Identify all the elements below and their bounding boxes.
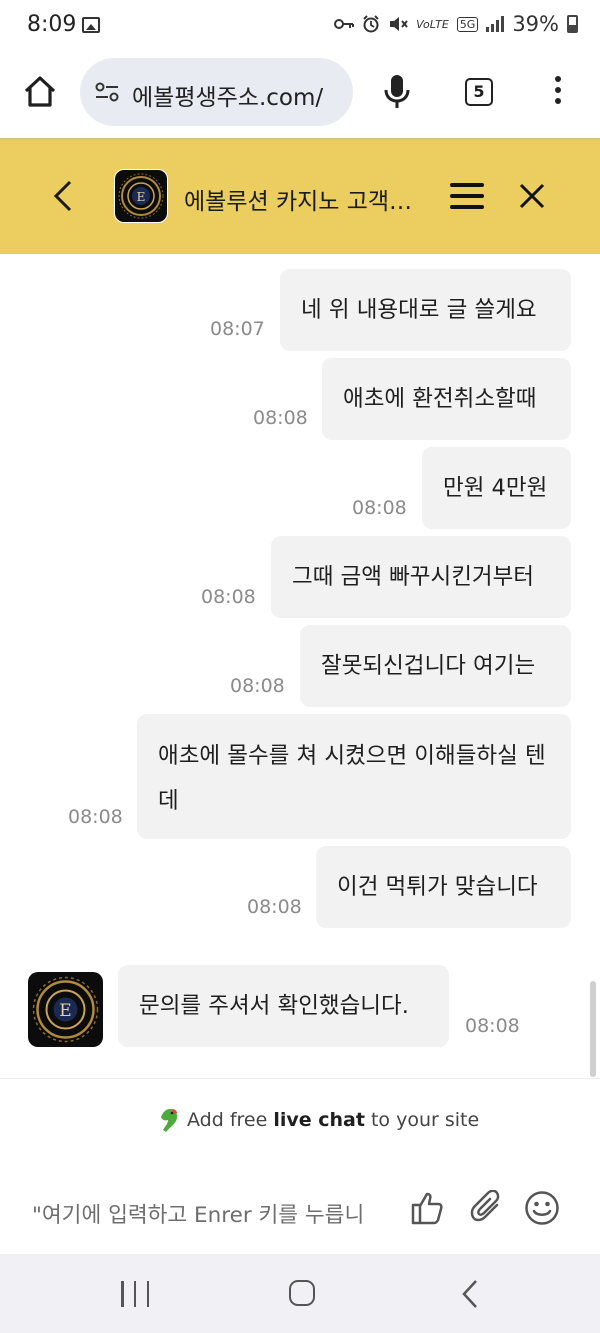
chat-title: 에볼루션 카지노 고객… [184, 189, 413, 215]
message-time: 08:08 [201, 586, 256, 608]
message-time: 08:08 [230, 675, 285, 697]
svg-text:E: E [59, 1001, 71, 1021]
back-arrow-icon[interactable] [50, 178, 76, 214]
message-time: 08:07 [210, 318, 265, 340]
message-time: 08:08 [253, 407, 308, 429]
chat-scrollbar[interactable] [590, 981, 596, 1077]
hamburger-menu-icon[interactable] [450, 183, 484, 209]
close-icon[interactable] [517, 181, 547, 211]
system-back-icon[interactable] [459, 1279, 481, 1309]
casino-logo: E [114, 169, 168, 223]
message-time: 08:08 [465, 1015, 520, 1037]
mute-icon [390, 17, 408, 31]
thumbs-up-icon[interactable] [410, 1190, 446, 1226]
crest-icon: E [32, 976, 99, 1043]
message-bubble: 네 위 내용대로 글 쓸게요 [280, 269, 571, 351]
crest-icon: E [118, 173, 164, 219]
agent-message-bubble: 문의를 주셔서 확인했습니다. [118, 965, 449, 1047]
more-options-icon[interactable] [553, 76, 563, 108]
attachment-icon[interactable] [470, 1190, 504, 1226]
site-settings-icon[interactable] [94, 80, 120, 104]
address-bar[interactable]: 에볼평생주소.com/ [80, 58, 353, 126]
chat-header: E 에볼루션 카지노 고객… [0, 138, 600, 254]
browser-toolbar: 에볼평생주소.com/ 5 [0, 54, 600, 138]
message-bubble: 그때 금액 빠꾸시킨거부터 [271, 536, 571, 618]
message-bubble: 만원 4만원 [422, 447, 571, 529]
message-bubble: 애초에 몰수를 쳐 시켰으면 이해들하실 텐데 [137, 714, 571, 839]
battery-icon [567, 15, 578, 33]
gallery-notification-icon [82, 17, 100, 33]
powered-by-banner[interactable]: Add free live chat to your site [0, 1078, 600, 1161]
message-time: 08:08 [352, 497, 407, 519]
powered-by-text[interactable]: Add free live chat to your site [187, 1109, 479, 1131]
key-icon [334, 19, 355, 29]
microphone-icon[interactable] [383, 74, 411, 110]
agent-avatar: E [28, 972, 103, 1047]
message-time: 08:08 [247, 896, 302, 918]
status-time: 8:09 [27, 12, 77, 37]
message-time: 08:08 [68, 806, 123, 828]
network-indicator: 5G [456, 16, 479, 32]
message-bubble: 잘못되신겁니다 여기는 [300, 625, 571, 707]
message-input[interactable]: "여기에 입력하고 Enrer 키를 누릅니 [32, 1198, 377, 1229]
url-text[interactable]: 에볼평생주소.com/ [132, 78, 344, 112]
emoji-icon[interactable] [524, 1190, 560, 1226]
system-home-icon[interactable] [289, 1280, 315, 1306]
volte-indicator: VoLTE [416, 17, 449, 31]
system-navigation-bar [0, 1254, 600, 1333]
battery-percent: 39% [512, 12, 559, 36]
message-composer: "여기에 입력하고 Enrer 키를 누릅니 [0, 1160, 600, 1254]
chat-message-list[interactable]: 네 위 내용대로 글 쓸게요 08:07 애초에 환전취소할때 08:08 만원… [0, 254, 600, 1078]
home-icon[interactable] [22, 74, 58, 110]
parrot-logo-icon [161, 1109, 178, 1132]
svg-text:E: E [137, 190, 146, 204]
recent-apps-icon[interactable] [121, 1281, 149, 1307]
status-bar: 8:09 VoLTE 5G 39% [0, 0, 600, 54]
message-bubble: 이건 먹튀가 맞습니다 [316, 846, 571, 928]
tab-switcher-button[interactable]: 5 [465, 78, 493, 106]
status-icons: VoLTE 5G 39% [334, 12, 578, 36]
message-bubble: 애초에 환전취소할때 [322, 358, 571, 440]
signal-icon [486, 16, 505, 32]
alarm-icon [363, 15, 379, 33]
